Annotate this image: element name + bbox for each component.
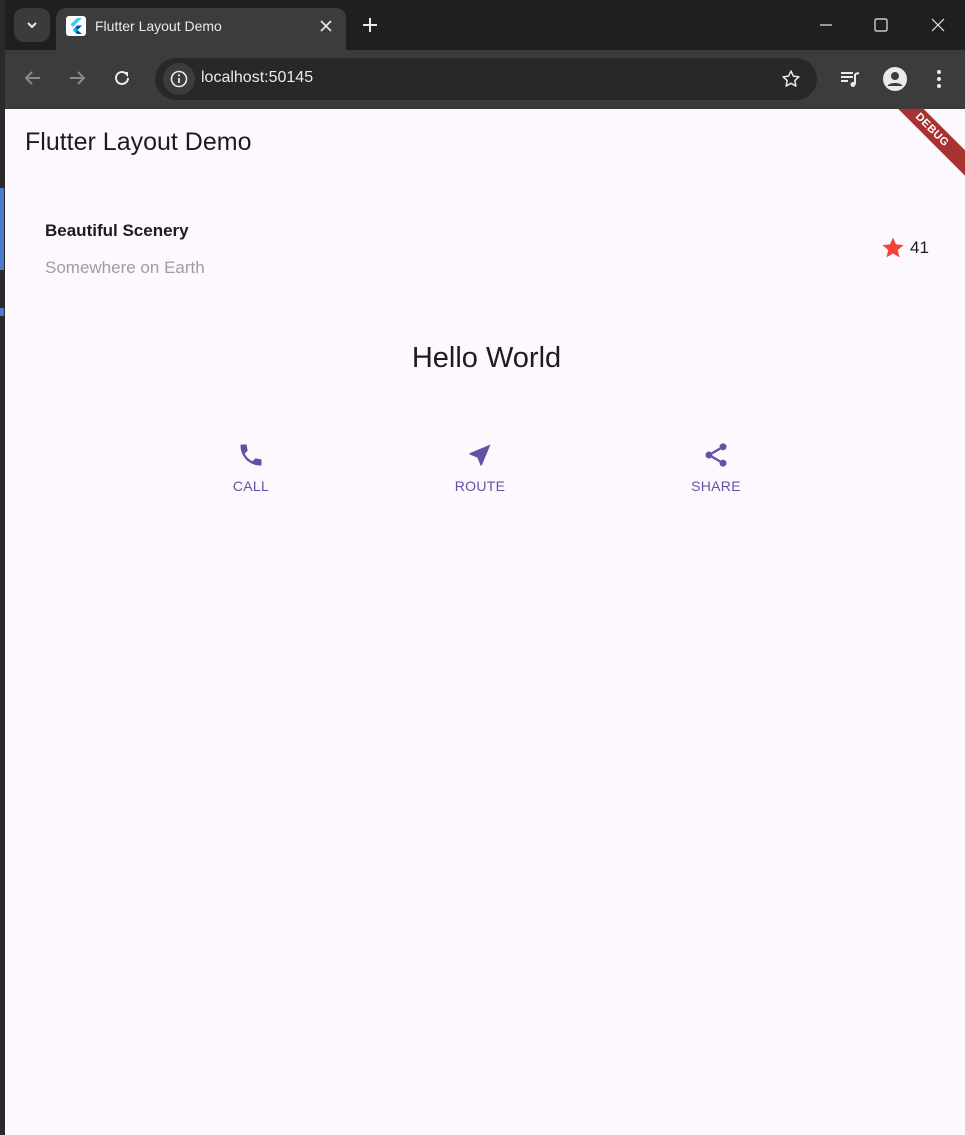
maximize-icon (874, 18, 888, 32)
address-bar[interactable]: localhost:50145 (155, 58, 817, 100)
minimize-window-button[interactable] (806, 8, 846, 42)
browser-tab-active[interactable]: Flutter Layout Demo (56, 8, 346, 50)
account-icon (883, 67, 907, 91)
arrow-back-icon (24, 71, 40, 85)
star-outline-icon (782, 70, 800, 87)
bookmark-button[interactable] (779, 67, 803, 91)
rating-count: 41 (910, 238, 929, 257)
greeting-text: Hello World (411, 342, 562, 374)
route-button[interactable]: ROUTE (420, 441, 540, 494)
maximize-window-button[interactable] (861, 8, 901, 42)
close-icon (931, 18, 945, 32)
browser-menu-button[interactable] (924, 64, 954, 94)
background-window-highlight (0, 188, 4, 270)
forward-button[interactable] (61, 62, 93, 94)
app-viewport: Flutter Layout Demo DEBUG Beautiful Scen… (5, 109, 965, 1135)
arrow-forward-icon (70, 71, 86, 85)
close-icon (320, 20, 332, 32)
place-name: Beautiful Scenery (45, 221, 189, 240)
new-tab-button[interactable] (357, 12, 383, 38)
close-tab-button[interactable] (314, 14, 338, 38)
debug-banner: DEBUG (879, 109, 965, 183)
rating: 41 (881, 236, 929, 260)
route-label: ROUTE (454, 478, 506, 494)
browser-tab-strip: Flutter Layout Demo (5, 0, 965, 50)
back-button[interactable] (17, 62, 49, 94)
profile-button[interactable] (880, 64, 910, 94)
close-window-button[interactable] (918, 8, 958, 42)
background-window-highlight (0, 308, 4, 316)
tab-title: Flutter Layout Demo (95, 18, 222, 34)
url-text: localhost:50145 (201, 69, 314, 86)
flutter-logo-icon (66, 16, 86, 36)
share-label: SHARE (691, 478, 741, 494)
media-controls-button[interactable] (835, 64, 865, 94)
app-bar-title: Flutter Layout Demo (25, 128, 252, 156)
minimize-icon (820, 24, 832, 26)
call-label: CALL (232, 478, 270, 494)
reload-button[interactable] (106, 62, 138, 94)
queue-music-icon (841, 72, 860, 87)
star-icon (882, 237, 904, 258)
tab-search-button[interactable] (14, 8, 50, 42)
share-icon (705, 443, 727, 467)
site-info-button[interactable] (163, 63, 195, 95)
navigation-icon (469, 444, 491, 466)
place-location: Somewhere on Earth (45, 258, 205, 277)
info-icon (170, 70, 188, 88)
reload-icon (115, 70, 129, 85)
chevron-down-icon (27, 22, 37, 29)
browser-toolbar: localhost:50145 (5, 50, 965, 109)
more-vert-icon (937, 70, 941, 88)
plus-icon (363, 18, 377, 32)
share-button[interactable]: SHARE (656, 441, 776, 494)
title-section: Beautiful Scenery Somewhere on Earth (45, 221, 933, 278)
phone-icon (240, 444, 262, 466)
call-button[interactable]: CALL (191, 441, 311, 494)
